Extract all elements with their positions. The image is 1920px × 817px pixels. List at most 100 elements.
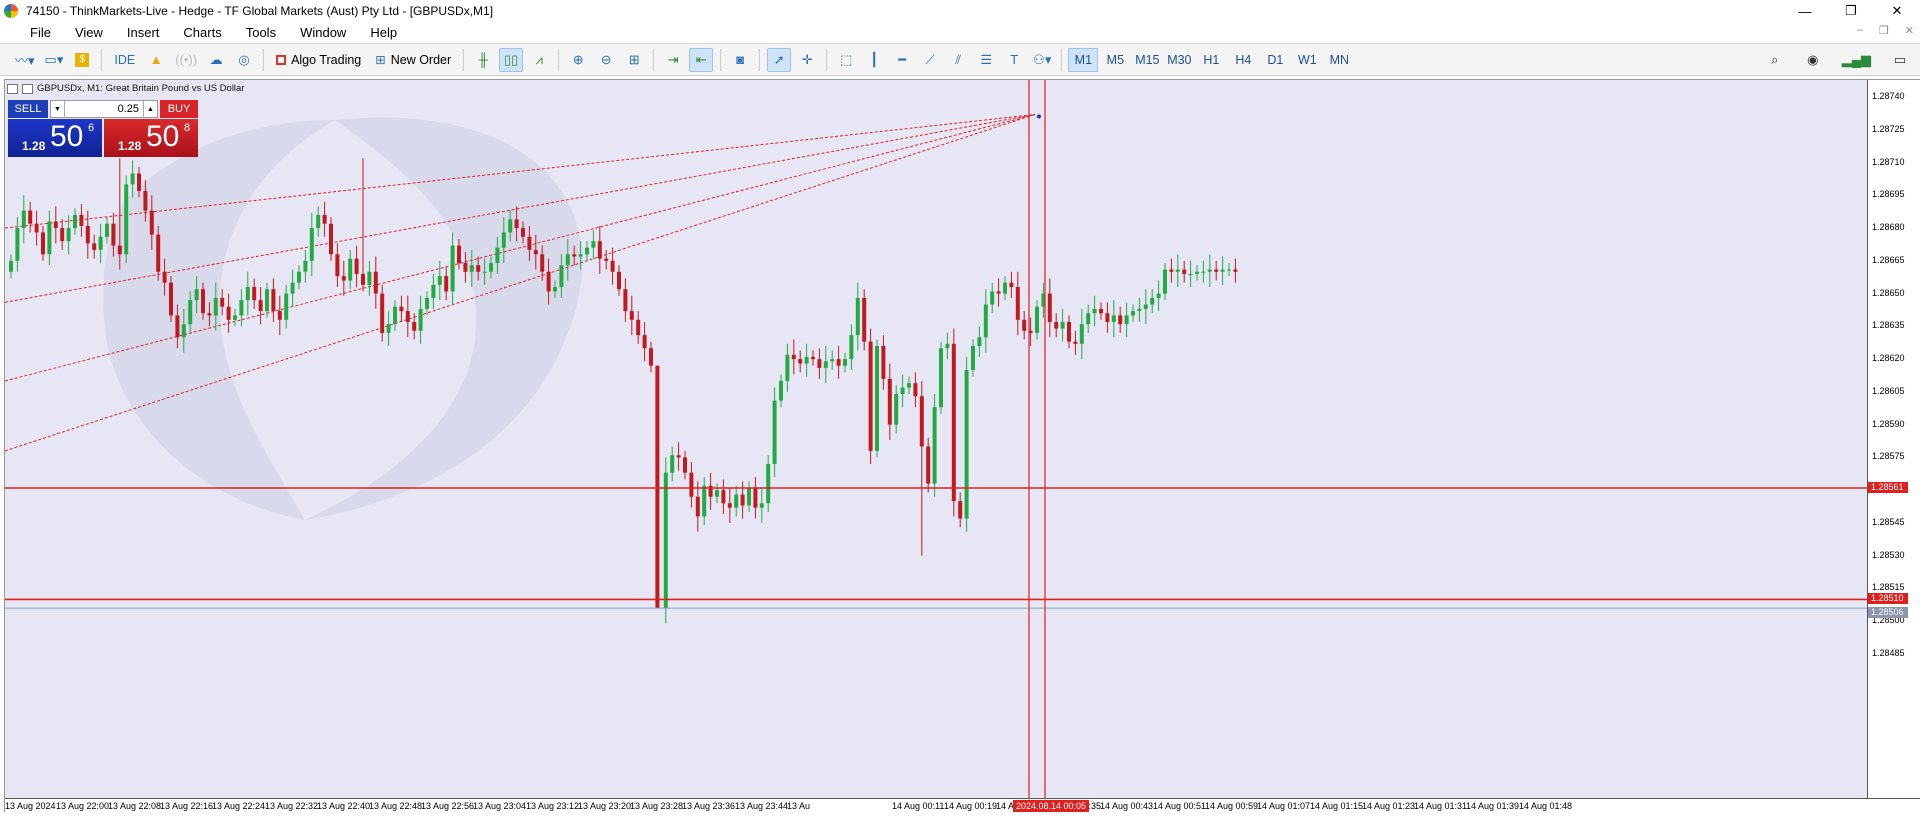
- candle-body: [951, 343, 956, 502]
- cursor-icon[interactable]: ➚: [767, 47, 792, 72]
- chart-canvas[interactable]: [5, 80, 1867, 798]
- candle-body: [772, 400, 777, 464]
- candle-body: [830, 359, 835, 362]
- candle-body: [1201, 271, 1206, 273]
- candle-body: [727, 503, 732, 508]
- price-label: 1.28650: [1872, 287, 1905, 298]
- buy-button[interactable]: BUY: [160, 100, 198, 118]
- timeframe-h4[interactable]: H4: [1228, 48, 1258, 72]
- algo-trading-button[interactable]: Algo Trading: [271, 48, 366, 72]
- zoom-in-icon[interactable]: ⊕: [566, 48, 590, 72]
- time-label: 13 Aug 22:24: [212, 801, 266, 811]
- channel-icon[interactable]: ⫽: [946, 48, 970, 72]
- menu-view[interactable]: View: [63, 25, 115, 40]
- close-button[interactable]: ✕: [1874, 0, 1920, 22]
- candlestick-icon[interactable]: ▯▯: [499, 47, 524, 72]
- line-chart-icon[interactable]: ⩘: [527, 48, 551, 72]
- fibonacci-icon[interactable]: ☰: [974, 48, 998, 72]
- price-axis[interactable]: 1.28740 1.28725 1.28710 1.28695 1.28680 1.286…: [1867, 80, 1920, 798]
- vertical-line-icon[interactable]: ┃: [862, 48, 886, 72]
- child-minimize-icon[interactable]: –: [1857, 24, 1863, 37]
- lot-up-arrow-icon[interactable]: ▲: [143, 101, 157, 117]
- timeframe-h1[interactable]: H1: [1196, 48, 1226, 72]
- timeframe-m30[interactable]: M30: [1164, 48, 1194, 72]
- candle-body: [715, 490, 719, 497]
- timeframe-m5[interactable]: M5: [1100, 48, 1130, 72]
- crosshair-icon[interactable]: ✛: [795, 48, 819, 72]
- panel-toggle-icon[interactable]: ▭: [1888, 48, 1912, 72]
- chart-type-icon[interactable]: 〰▾: [12, 48, 38, 72]
- auto-scroll-icon[interactable]: ⇥: [661, 48, 685, 72]
- vps-icon[interactable]: ☁: [204, 48, 228, 72]
- candle-body: [591, 241, 596, 248]
- bar-chart-icon[interactable]: ╫: [471, 48, 495, 72]
- screenshot-icon[interactable]: ◙: [728, 48, 752, 72]
- candle-body: [663, 472, 668, 609]
- lot-size-field[interactable]: ▼ 0.25 ▲: [50, 100, 158, 118]
- horizontal-line-icon[interactable]: ━: [890, 48, 914, 72]
- timeframe-d1[interactable]: D1: [1260, 48, 1290, 72]
- lot-down-arrow-icon[interactable]: ▼: [51, 101, 65, 117]
- candle-body: [1015, 287, 1020, 320]
- candle-body: [610, 260, 615, 272]
- market-watch-icon[interactable]: $: [70, 48, 94, 72]
- app-logo-icon: [4, 4, 18, 18]
- chart-menu-icon[interactable]: [7, 83, 18, 94]
- trendline-icon[interactable]: ⟋: [918, 48, 942, 72]
- chart-shift-icon[interactable]: ⇤: [689, 47, 714, 72]
- signals-icon[interactable]: ((•)): [172, 48, 200, 72]
- shapes-icon[interactable]: ⚇▾: [1030, 48, 1054, 72]
- one-click-trading-panel: SELL ▼ 0.25 ▲ BUY 1.28 50 6 1.28 50 8: [8, 100, 198, 157]
- market-icon[interactable]: ▲: [144, 48, 168, 72]
- new-order-label: New Order: [390, 52, 452, 67]
- sell-button[interactable]: SELL: [8, 100, 48, 118]
- ide-button[interactable]: IDE: [109, 48, 140, 72]
- candle-body: [34, 223, 39, 233]
- title-bar: 74150 - ThinkMarkets-Live - Hedge - TF G…: [0, 0, 1920, 22]
- sell-quote[interactable]: 1.28 50 6: [8, 119, 102, 157]
- menu-insert[interactable]: Insert: [115, 25, 172, 40]
- child-restore-icon[interactable]: ❐: [1879, 24, 1889, 37]
- chart-area[interactable]: GBPUSDx, M1: Great Britain Pound vs US D…: [5, 80, 1867, 798]
- signal-strength-icon[interactable]: ▂▄▆: [1839, 48, 1874, 72]
- new-order-button[interactable]: ⊞ New Order: [370, 48, 456, 72]
- candle-body: [412, 321, 417, 331]
- candle-body: [977, 337, 982, 347]
- timeframe-mn[interactable]: MN: [1324, 48, 1354, 72]
- candle-body: [913, 383, 918, 397]
- candle-body: [1073, 341, 1078, 344]
- candle-body: [932, 407, 937, 484]
- menu-file[interactable]: File: [18, 25, 63, 40]
- timeframe-m1[interactable]: M1: [1068, 47, 1099, 72]
- timeframe-m15[interactable]: M15: [1132, 48, 1162, 72]
- candle-body: [111, 223, 116, 246]
- candle-body: [47, 221, 52, 255]
- chart-bars-icon[interactable]: [22, 83, 33, 94]
- account-icon[interactable]: ◉: [1801, 48, 1825, 72]
- candle-body: [226, 306, 231, 320]
- time-label: 14 Aug 01:48: [1519, 801, 1573, 811]
- candle-body: [220, 297, 225, 307]
- timeframe-w1[interactable]: W1: [1292, 48, 1322, 72]
- child-close-icon[interactable]: ✕: [1905, 24, 1914, 37]
- zoom-out-icon[interactable]: ⊖: [594, 48, 618, 72]
- menu-window[interactable]: Window: [288, 25, 358, 40]
- text-icon[interactable]: T: [1002, 48, 1026, 72]
- menu-help[interactable]: Help: [358, 25, 409, 40]
- menu-charts[interactable]: Charts: [171, 25, 233, 40]
- mql5-icon[interactable]: ◎: [232, 48, 256, 72]
- templates-icon[interactable]: ▭▾: [42, 48, 67, 72]
- time-axis[interactable]: 13 Aug 2024 13 Aug 22:00 13 Aug 22:08 13 Au…: [5, 798, 1920, 813]
- maximize-button[interactable]: ❐: [1828, 0, 1874, 22]
- objects-icon[interactable]: ⬚: [834, 48, 858, 72]
- search-icon[interactable]: ⌕: [1763, 48, 1787, 72]
- candle-body: [1214, 269, 1219, 272]
- buy-quote[interactable]: 1.28 50 8: [104, 119, 198, 157]
- candle-body: [862, 297, 867, 342]
- tile-windows-icon[interactable]: ⊞: [622, 48, 646, 72]
- candle-body: [137, 173, 141, 191]
- minimize-button[interactable]: —: [1782, 0, 1828, 22]
- lot-size-value[interactable]: 0.25: [65, 103, 143, 115]
- price-label: 1.28680: [1872, 222, 1905, 233]
- menu-tools[interactable]: Tools: [234, 25, 288, 40]
